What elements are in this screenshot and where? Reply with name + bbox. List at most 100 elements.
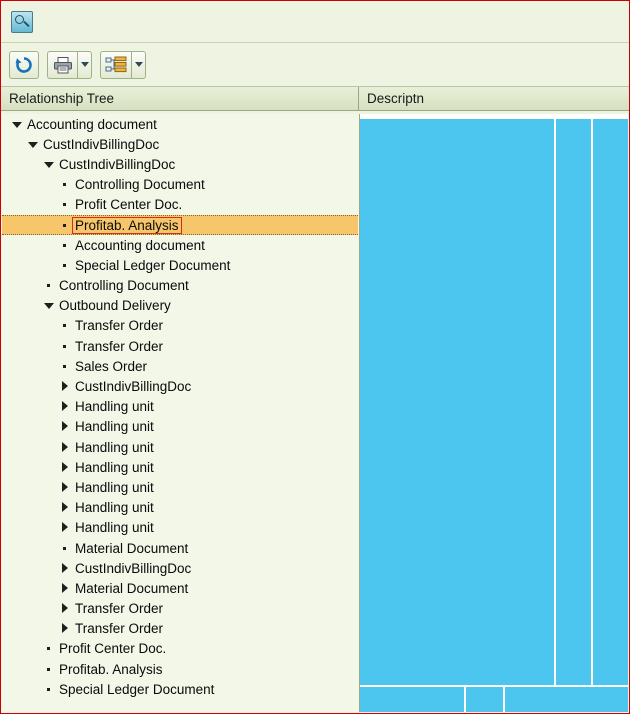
tree-row[interactable]: Transfer Order <box>2 619 359 639</box>
tree-row[interactable]: CustIndivBillingDoc <box>2 154 359 174</box>
description-block-footer-middle <box>466 687 503 712</box>
tree-row-label: Special Ledger Document <box>59 681 215 697</box>
description-block-column-2 <box>556 119 591 685</box>
tree-row-label: Handling unit <box>75 459 154 475</box>
leaf-dot-icon <box>60 179 71 190</box>
tree-row-label: CustIndivBillingDoc <box>75 560 192 576</box>
chevron-right-icon[interactable] <box>60 381 71 392</box>
tree-row-label: Handling unit <box>75 479 154 495</box>
tree-row[interactable]: CustIndivBillingDoc <box>2 376 359 396</box>
tree-row-label: CustIndivBillingDoc <box>75 379 192 395</box>
tree-row[interactable]: Profit Center Doc. <box>2 195 359 215</box>
expand-tree-button[interactable] <box>100 50 131 79</box>
tree-row-label: Transfer Order <box>75 621 164 637</box>
tree-row[interactable]: Accounting document <box>2 235 359 255</box>
description-block-main <box>360 119 554 685</box>
tree-row[interactable]: Profit Center Doc. <box>2 639 359 659</box>
leaf-dot-icon <box>44 643 55 654</box>
chevron-right-icon[interactable] <box>60 421 71 432</box>
tree-row[interactable]: Handling unit <box>2 437 359 457</box>
tree-row[interactable]: Accounting document <box>2 114 359 134</box>
tree-row[interactable]: Profitab. Analysis <box>2 659 359 679</box>
leaf-dot-icon <box>60 320 71 331</box>
tree-row-label: Profitab. Analysis <box>59 661 163 677</box>
chevron-down-icon[interactable] <box>44 159 55 170</box>
tree-row[interactable]: Controlling Document <box>2 276 359 296</box>
printer-icon <box>53 56 72 73</box>
tree-row-label: Handling unit <box>75 419 154 435</box>
chevron-right-icon[interactable] <box>60 623 71 634</box>
tree-row[interactable]: Handling unit <box>2 518 359 538</box>
tree-row-label: Handling unit <box>75 520 154 536</box>
print-menu-button[interactable] <box>77 50 92 79</box>
leaf-dot-icon <box>60 543 71 554</box>
leaf-dot-icon <box>60 260 71 271</box>
tree-row-label: Profitab. Analysis <box>72 216 182 234</box>
description-block-column-3 <box>593 119 628 685</box>
tree-row[interactable]: CustIndivBillingDoc <box>2 134 359 154</box>
chevron-right-icon[interactable] <box>60 461 71 473</box>
chevron-down-icon[interactable] <box>12 119 23 130</box>
leaf-dot-icon <box>60 361 71 372</box>
tree-row-label: Accounting document <box>75 237 205 253</box>
tree-row-label: Transfer Order <box>75 601 164 617</box>
tree-row-label: Controlling Document <box>59 278 189 294</box>
tree-row-label: Profit Center Doc. <box>75 197 183 213</box>
column-header-description[interactable]: Descriptn <box>359 87 629 110</box>
description-block-footer-right <box>505 687 628 712</box>
tree-row-label: Material Document <box>75 580 189 596</box>
tree-row-label: Sales Order <box>75 358 148 374</box>
chevron-right-icon[interactable] <box>60 441 71 453</box>
tree-row[interactable]: Handling unit <box>2 397 359 417</box>
tree-row[interactable]: Transfer Order <box>2 336 359 356</box>
tree-row[interactable]: Handling unit <box>2 477 359 497</box>
chevron-right-icon[interactable] <box>60 522 71 533</box>
tree-row-label: CustIndivBillingDoc <box>43 136 160 152</box>
toolbar <box>1 43 629 87</box>
tree-row[interactable]: Special Ledger Document <box>2 255 359 275</box>
refresh-icon <box>15 56 32 73</box>
chevron-down-icon[interactable] <box>44 300 55 311</box>
chevron-right-icon[interactable] <box>60 481 71 493</box>
tree-row[interactable]: Transfer Order <box>2 316 359 336</box>
tree-row-label: Transfer Order <box>75 338 164 354</box>
tree-row[interactable]: Handling unit <box>2 457 359 477</box>
tree-row-label: Profit Center Doc. <box>59 641 167 657</box>
leaf-dot-icon <box>44 280 55 291</box>
chevron-down-icon <box>80 62 89 67</box>
tree-row[interactable]: Material Document <box>2 578 359 598</box>
chevron-down-icon[interactable] <box>28 139 39 150</box>
description-pane[interactable] <box>360 114 628 712</box>
print-button[interactable] <box>47 50 77 79</box>
tree-row[interactable]: Special Ledger Document <box>2 679 359 699</box>
expand-tree-menu-button[interactable] <box>131 50 146 79</box>
tree-row-label: CustIndivBillingDoc <box>59 156 176 172</box>
refresh-button[interactable] <box>9 50 39 79</box>
chevron-right-icon[interactable] <box>60 562 71 574</box>
chevron-right-icon[interactable] <box>60 401 71 412</box>
chevron-down-icon <box>134 62 143 67</box>
tree-row-label: Transfer Order <box>75 318 164 334</box>
tree-row[interactable]: Transfer Order <box>2 599 359 619</box>
tree-row[interactable]: Handling unit <box>2 417 359 437</box>
chevron-right-icon[interactable] <box>60 502 71 513</box>
tree-row[interactable]: Outbound Delivery <box>2 296 359 316</box>
document-relationship-icon <box>11 10 33 33</box>
tree-row-label: Accounting document <box>27 116 157 132</box>
tree-row[interactable]: CustIndivBillingDoc <box>2 558 359 578</box>
tree-row[interactable]: Profitab. Analysis <box>2 214 358 236</box>
tree-list-icon <box>105 56 127 72</box>
window-titlebar <box>1 1 629 43</box>
expand-tree-button-group <box>100 50 146 79</box>
tree-row[interactable]: Material Document <box>2 538 359 558</box>
leaf-dot-icon <box>60 220 71 231</box>
tree-row[interactable]: Handling unit <box>2 498 359 518</box>
main-body: Accounting document CustIndivBillingDoc Cu… <box>2 114 628 712</box>
column-header-row: Relationship Tree Descriptn <box>1 87 629 111</box>
chevron-right-icon[interactable] <box>60 603 71 614</box>
relationship-tree-pane[interactable]: Accounting document CustIndivBillingDoc Cu… <box>2 114 360 712</box>
chevron-right-icon[interactable] <box>60 582 71 594</box>
column-header-relationship-tree[interactable]: Relationship Tree <box>1 87 359 110</box>
tree-row[interactable]: Sales Order <box>2 356 359 376</box>
tree-row[interactable]: Controlling Document <box>2 175 359 195</box>
